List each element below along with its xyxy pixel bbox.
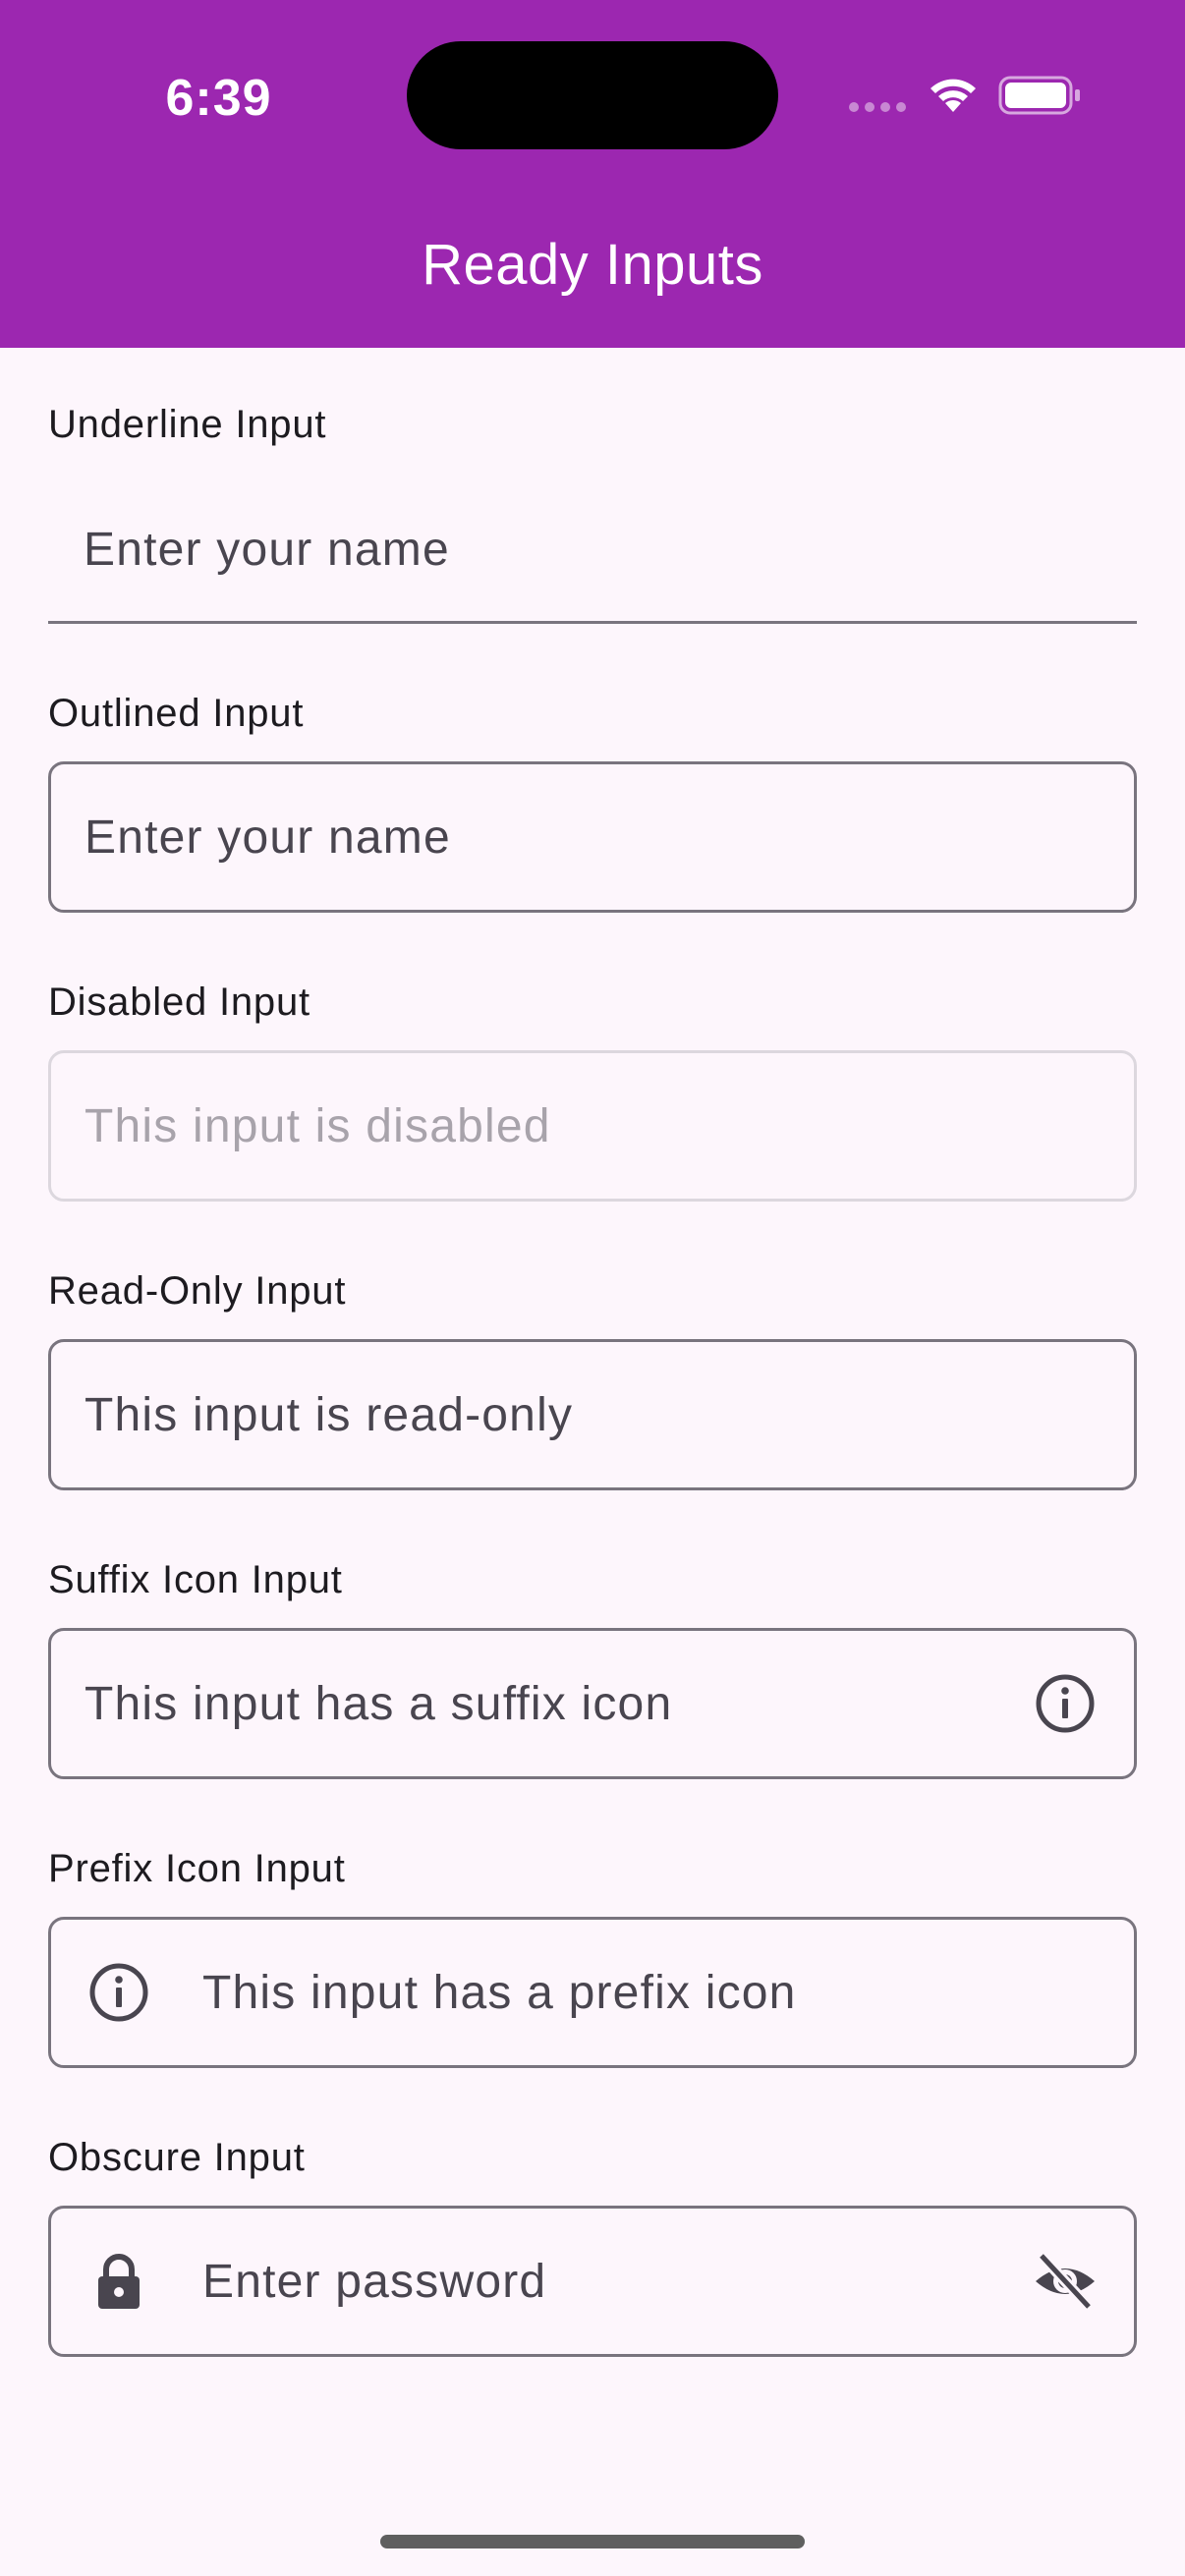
app-title: Ready Inputs [422, 232, 763, 297]
info-icon [1036, 1674, 1095, 1733]
readonly-input-label: Read-Only Input [48, 1268, 347, 1313]
info-icon [89, 1963, 148, 2022]
disabled-input-label: Disabled Input [48, 980, 310, 1024]
outlined-input-label: Outlined Input [48, 691, 305, 735]
dynamic-island [407, 41, 778, 149]
readonly-input-value: This input is read-only [85, 1388, 574, 1441]
readonly-input[interactable]: This input is read-only [48, 1339, 1137, 1490]
disabled-input-placeholder: This input is disabled [85, 1099, 551, 1152]
underline-input[interactable]: Enter your name [84, 515, 450, 584]
suffix-input-placeholder: This input has a suffix icon [85, 1677, 673, 1730]
suffix-input-label: Suffix Icon Input [48, 1557, 343, 1601]
outlined-input-placeholder: Enter your name [85, 811, 451, 864]
disabled-input: This input is disabled [48, 1050, 1137, 1202]
prefix-input-placeholder: This input has a prefix icon [202, 1966, 797, 2019]
obscure-input-label: Obscure Input [48, 2135, 306, 2179]
signal-icon [849, 102, 906, 112]
outlined-input[interactable]: Enter your name [48, 761, 1137, 913]
app-bar: 6:39 Ready Inputs [0, 0, 1185, 348]
password-input[interactable]: Enter password [48, 2206, 1137, 2357]
suffix-icon-input[interactable]: This input has a suffix icon [48, 1628, 1137, 1779]
password-input-placeholder: Enter password [202, 2255, 547, 2308]
eye-off-icon[interactable] [1034, 2250, 1097, 2313]
prefix-icon-input[interactable]: This input has a prefix icon [48, 1917, 1137, 2068]
lock-icon [98, 2254, 140, 2309]
underline-input-line [48, 621, 1137, 624]
status-time: 6:39 [165, 70, 272, 127]
home-indicator[interactable] [380, 2535, 805, 2548]
prefix-input-label: Prefix Icon Input [48, 1846, 346, 1890]
wifi-icon [931, 79, 976, 112]
underline-input-label: Underline Input [48, 402, 327, 446]
battery-icon [998, 76, 1080, 115]
